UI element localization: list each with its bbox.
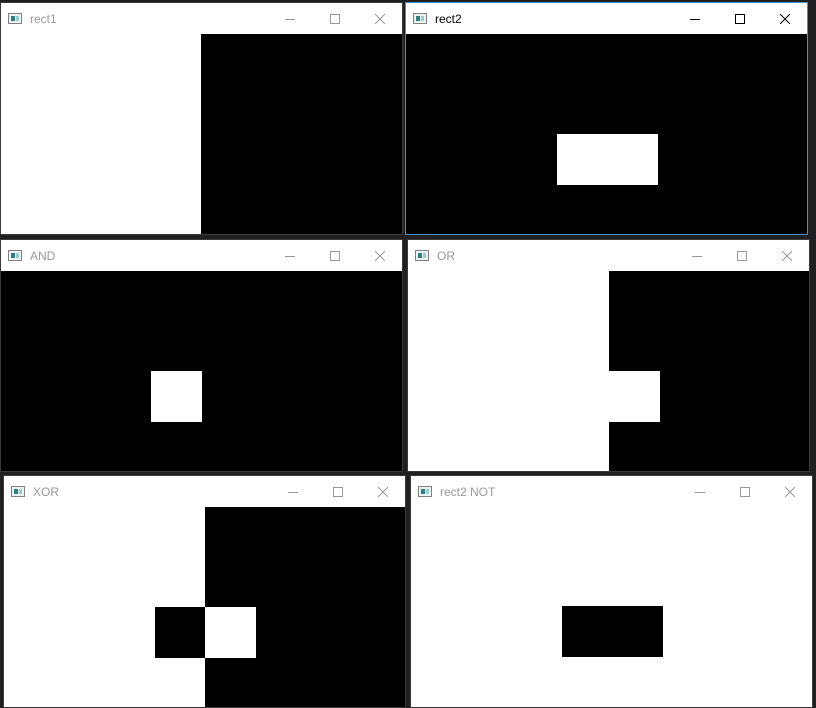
app-icon <box>415 250 429 261</box>
image-canvas <box>1 271 402 471</box>
close-button[interactable] <box>762 3 807 34</box>
app-icon <box>11 486 25 497</box>
close-button[interactable] <box>357 240 402 271</box>
close-icon <box>374 13 385 24</box>
window-title: rect2 NOT <box>440 484 496 499</box>
title-bar[interactable]: rect2 NOT <box>411 476 812 507</box>
title-bar[interactable]: AND <box>1 240 402 271</box>
image-canvas <box>411 507 812 707</box>
window-xor: XOR <box>3 475 406 708</box>
close-icon <box>781 250 792 261</box>
maximize-icon <box>329 13 340 24</box>
image-canvas <box>408 271 809 471</box>
window-title: rect1 <box>30 11 57 26</box>
title-bar[interactable]: OR <box>408 240 809 271</box>
app-icon <box>8 250 22 261</box>
window-title: XOR <box>33 484 60 499</box>
white-rectangle <box>557 134 658 185</box>
maximize-button[interactable] <box>312 3 357 34</box>
minimize-icon <box>694 491 705 493</box>
close-button[interactable] <box>767 476 812 507</box>
minimize-button[interactable] <box>674 240 719 271</box>
close-button[interactable] <box>360 476 405 507</box>
image-canvas <box>4 507 405 707</box>
maximize-icon <box>734 13 745 24</box>
image-canvas <box>1 34 402 234</box>
title-bar[interactable]: XOR <box>4 476 405 507</box>
close-icon <box>374 250 385 261</box>
black-rectangle <box>562 606 663 657</box>
white-rectangle <box>205 607 256 658</box>
minimize-button[interactable] <box>672 3 717 34</box>
white-rectangle <box>408 271 609 471</box>
minimize-icon <box>284 18 295 20</box>
window-title: AND <box>30 248 56 263</box>
window-rect2: rect2 <box>405 2 808 235</box>
maximize-icon <box>736 250 747 261</box>
white-rectangle <box>609 371 660 422</box>
white-rectangle <box>1 34 201 234</box>
window-rect2-not: rect2 NOT <box>410 475 813 708</box>
black-rectangle <box>155 607 205 658</box>
minimize-icon <box>284 255 295 257</box>
minimize-icon <box>287 491 298 493</box>
app-icon <box>418 486 432 497</box>
window-title: rect2 <box>435 11 462 26</box>
minimize-button[interactable] <box>677 476 722 507</box>
white-rectangle <box>151 371 202 422</box>
minimize-button[interactable] <box>267 240 312 271</box>
minimize-button[interactable] <box>267 3 312 34</box>
maximize-icon <box>332 486 343 497</box>
close-button[interactable] <box>357 3 402 34</box>
maximize-button[interactable] <box>312 240 357 271</box>
maximize-icon <box>329 250 340 261</box>
title-bar[interactable]: rect2 <box>406 3 807 34</box>
maximize-button[interactable] <box>719 240 764 271</box>
image-canvas <box>406 34 807 234</box>
close-icon <box>377 486 388 497</box>
app-icon <box>413 13 427 24</box>
minimize-button[interactable] <box>270 476 315 507</box>
close-icon <box>779 13 790 24</box>
close-icon <box>784 486 795 497</box>
maximize-icon <box>739 486 750 497</box>
window-rect1: rect1 <box>0 2 403 235</box>
maximize-button[interactable] <box>315 476 360 507</box>
minimize-icon <box>691 255 702 257</box>
app-icon <box>8 13 22 24</box>
close-button[interactable] <box>764 240 809 271</box>
window-or: OR <box>407 239 810 472</box>
title-bar[interactable]: rect1 <box>1 3 402 34</box>
maximize-button[interactable] <box>722 476 767 507</box>
window-and: AND <box>0 239 403 472</box>
window-title: OR <box>437 248 455 263</box>
maximize-button[interactable] <box>717 3 762 34</box>
minimize-icon <box>689 18 700 20</box>
